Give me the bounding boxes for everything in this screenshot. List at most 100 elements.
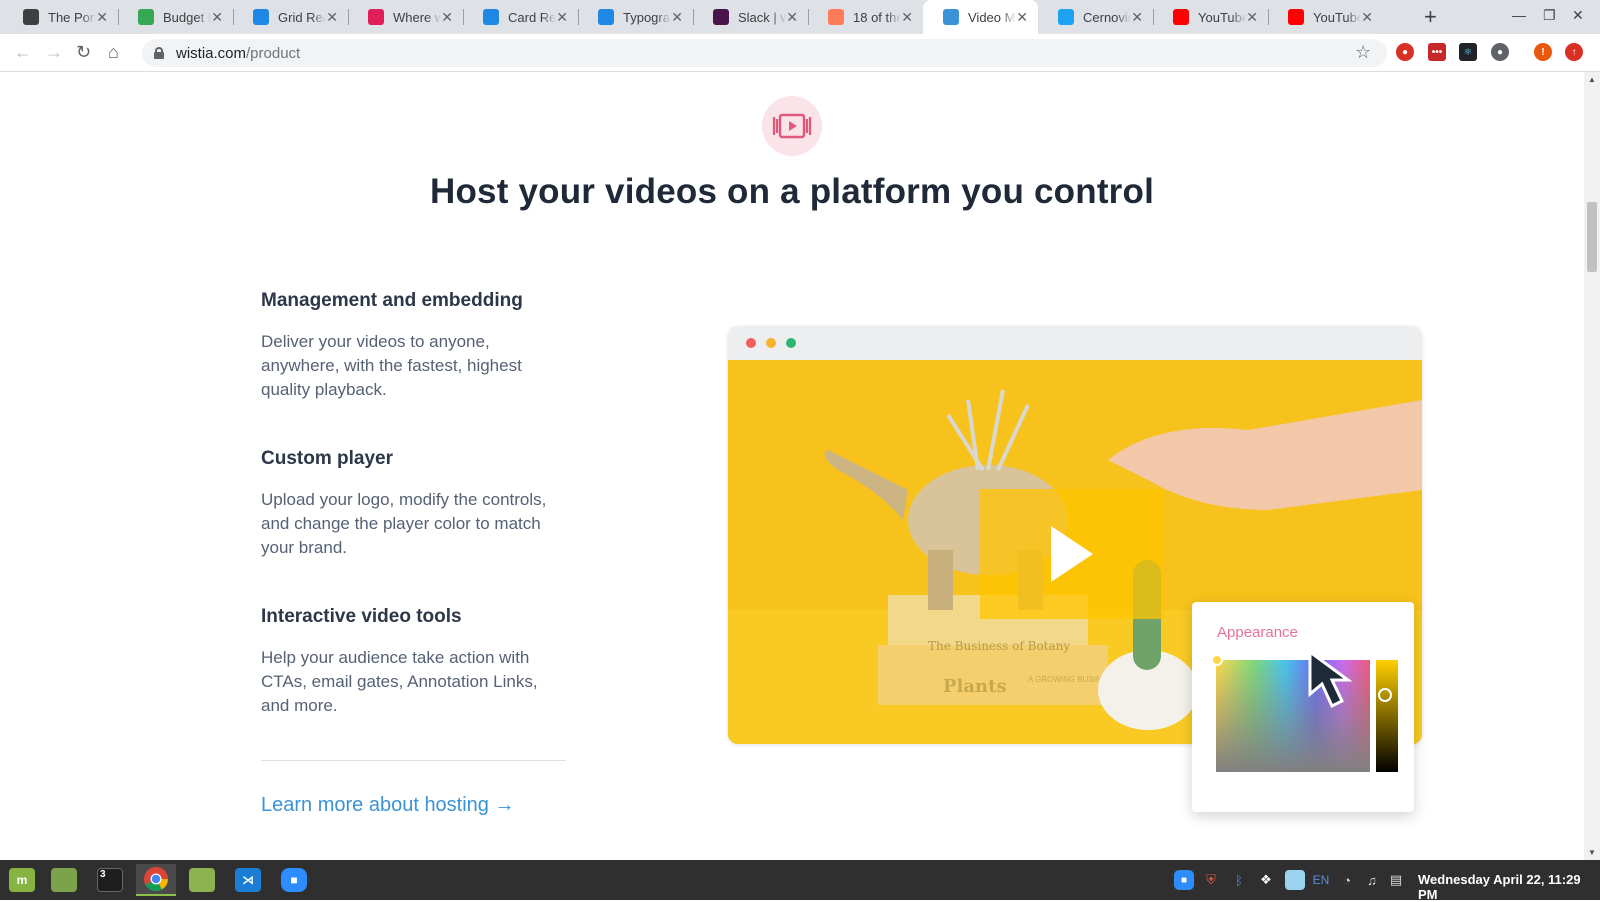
feature-body: Help your audience take action with CTAs… xyxy=(261,648,538,715)
files-button[interactable] xyxy=(182,864,222,896)
tab-title: YouTube xyxy=(1313,9,1362,25)
update-icon[interactable]: ↑ xyxy=(1565,43,1583,61)
tab-0[interactable]: The Portfolio✕ xyxy=(3,0,118,34)
tab-9[interactable]: Cernovich✕ xyxy=(1038,0,1153,34)
forward-button[interactable]: → xyxy=(45,42,63,63)
tab-close-icon[interactable]: ✕ xyxy=(901,9,913,26)
hue-slider-handle[interactable] xyxy=(1378,688,1392,702)
window-close-icon[interactable]: ✕ xyxy=(1572,7,1584,24)
browser-toolbar: ← → ↻ ⌂ wistia.com/product ☆ ● ••• ⚛ ● !… xyxy=(0,34,1600,72)
learn-more-hosting-link[interactable]: Learn more about hosting → xyxy=(261,794,515,817)
cloud-app-icon[interactable] xyxy=(1285,870,1305,890)
chrome-button[interactable] xyxy=(136,864,176,896)
scroll-down-arrow-icon[interactable]: ▼ xyxy=(1588,848,1596,857)
video-library-icon xyxy=(762,96,822,156)
url-path: /product xyxy=(246,44,301,62)
shield-tray-icon[interactable]: ⛨ xyxy=(1201,870,1221,890)
home-button[interactable]: ⌂ xyxy=(108,42,119,63)
extension-lastpass-icon[interactable]: ••• xyxy=(1428,43,1446,61)
tab-title: Video Ma xyxy=(968,9,1016,25)
linux-mint-icon: m xyxy=(9,868,35,892)
slack-icon xyxy=(368,9,384,25)
sound-icon[interactable]: ♫ xyxy=(1362,870,1382,890)
terminal-badge: 3 xyxy=(100,869,106,880)
tab-title: Slack | w xyxy=(738,9,787,25)
feature-interactive-tools: Interactive video tools Help your audien… xyxy=(261,606,561,718)
zoom-button[interactable]: ■ xyxy=(274,864,314,896)
close-dot xyxy=(746,338,756,348)
feature-body: Upload your logo, modify the controls, a… xyxy=(261,490,547,557)
tab-close-icon[interactable]: ✕ xyxy=(1361,9,1373,26)
book-title-2: Plants xyxy=(943,676,1007,697)
extension-react-devtools-icon[interactable]: ⚛ xyxy=(1459,43,1477,61)
tab-close-icon[interactable]: ✕ xyxy=(96,9,108,26)
youtube-icon xyxy=(1173,9,1189,25)
mui-icon xyxy=(598,9,614,25)
keyboard-layout-indicator[interactable]: EN xyxy=(1311,870,1331,890)
extension-adblock-icon[interactable]: ● xyxy=(1396,43,1414,61)
show-desktop-button[interactable] xyxy=(44,864,84,896)
play-button[interactable] xyxy=(980,489,1164,619)
dropbox-icon[interactable]: ❖ xyxy=(1256,870,1276,890)
tab-title: YouTube xyxy=(1198,9,1247,25)
page-viewport: Host your videos on a platform you contr… xyxy=(0,72,1584,860)
bookmark-star-icon[interactable]: ☆ xyxy=(1355,42,1371,63)
tab-1[interactable]: Budget Blocks✕ xyxy=(118,0,233,34)
mui-icon xyxy=(483,9,499,25)
restore-icon[interactable]: ❐ xyxy=(1543,7,1556,24)
wifi-icon[interactable]: ◔ xyxy=(1337,870,1357,890)
os-taskbar: m 3 ⋊ ■ ■ ⛨ ᛒ ❖ EN ◔ ♫ ▤ Wednesday April… xyxy=(0,860,1600,902)
tab-10[interactable]: YouTube ✕ xyxy=(1153,0,1268,34)
tab-4[interactable]: Card React✕ xyxy=(463,0,578,34)
tab-close-icon[interactable]: ✕ xyxy=(1016,9,1028,26)
feature-management: Management and embedding Deliver your vi… xyxy=(261,290,561,402)
tab-close-icon[interactable]: ✕ xyxy=(326,9,338,26)
scroll-up-arrow-icon[interactable]: ▲ xyxy=(1588,75,1596,84)
scrollbar-thumb[interactable] xyxy=(1587,202,1597,272)
tab-close-icon[interactable]: ✕ xyxy=(786,9,798,26)
mint-menu-button[interactable]: m xyxy=(2,864,42,896)
play-icon xyxy=(1051,526,1093,582)
tab-title: Budget Blocks xyxy=(163,9,211,25)
tab-close-icon[interactable]: ✕ xyxy=(556,9,568,26)
tab-11[interactable]: YouTube ✕ xyxy=(1268,0,1383,34)
mui-icon xyxy=(253,9,269,25)
tab-2[interactable]: Grid React✕ xyxy=(233,0,348,34)
lock-icon xyxy=(154,47,164,59)
reload-button[interactable]: ↻ xyxy=(76,42,91,63)
hue-slider[interactable] xyxy=(1376,660,1398,772)
tab-close-icon[interactable]: ✕ xyxy=(441,9,453,26)
tab-5[interactable]: Typography✕ xyxy=(578,0,693,34)
address-bar[interactable]: wistia.com/product xyxy=(142,39,1387,67)
page-scrollbar[interactable]: ▲ ▼ xyxy=(1584,72,1600,860)
tab-6[interactable]: Slack | w ✕ xyxy=(693,0,808,34)
zoom-tray-icon[interactable]: ■ xyxy=(1174,870,1194,890)
tab-close-icon[interactable]: ✕ xyxy=(1131,9,1143,26)
chrome-icon xyxy=(144,867,168,892)
minimize-dot xyxy=(766,338,776,348)
book-title-1: The Business of Botany xyxy=(928,639,1070,653)
system-clock[interactable]: Wednesday April 22, 11:29 PM xyxy=(1418,872,1600,902)
tab-3[interactable]: Where we✕ xyxy=(348,0,463,34)
tab-close-icon[interactable]: ✕ xyxy=(671,9,683,26)
tab-close-icon[interactable]: ✕ xyxy=(1246,9,1258,26)
minimize-icon[interactable]: — xyxy=(1512,7,1526,23)
vscode-button[interactable]: ⋊ xyxy=(228,864,268,896)
appearance-card: Appearance xyxy=(1192,602,1414,812)
tab-8[interactable]: Video Ma✕ xyxy=(923,0,1038,34)
bluetooth-icon[interactable]: ᛒ xyxy=(1229,870,1249,890)
back-button[interactable]: ← xyxy=(14,42,32,63)
new-tab-button[interactable]: + xyxy=(1424,4,1437,30)
tab-7[interactable]: 18 of the ✕ xyxy=(808,0,923,34)
page-title: Host your videos on a platform you contr… xyxy=(429,172,1155,211)
tab-title: Typography xyxy=(623,9,671,25)
tab-close-icon[interactable]: ✕ xyxy=(211,9,223,26)
notes-icon[interactable]: ▤ xyxy=(1386,870,1406,890)
wistia-icon xyxy=(943,9,959,25)
youtube-icon xyxy=(1288,9,1304,25)
profile-avatar[interactable]: ! xyxy=(1534,43,1552,61)
extension-apple-icon[interactable]: ● xyxy=(1491,43,1509,61)
tab-strip: The Portfolio✕Budget Blocks✕Grid React✕W… xyxy=(0,0,1600,34)
color-picker-handle[interactable] xyxy=(1211,654,1223,666)
terminal-button[interactable]: 3 xyxy=(90,864,130,896)
